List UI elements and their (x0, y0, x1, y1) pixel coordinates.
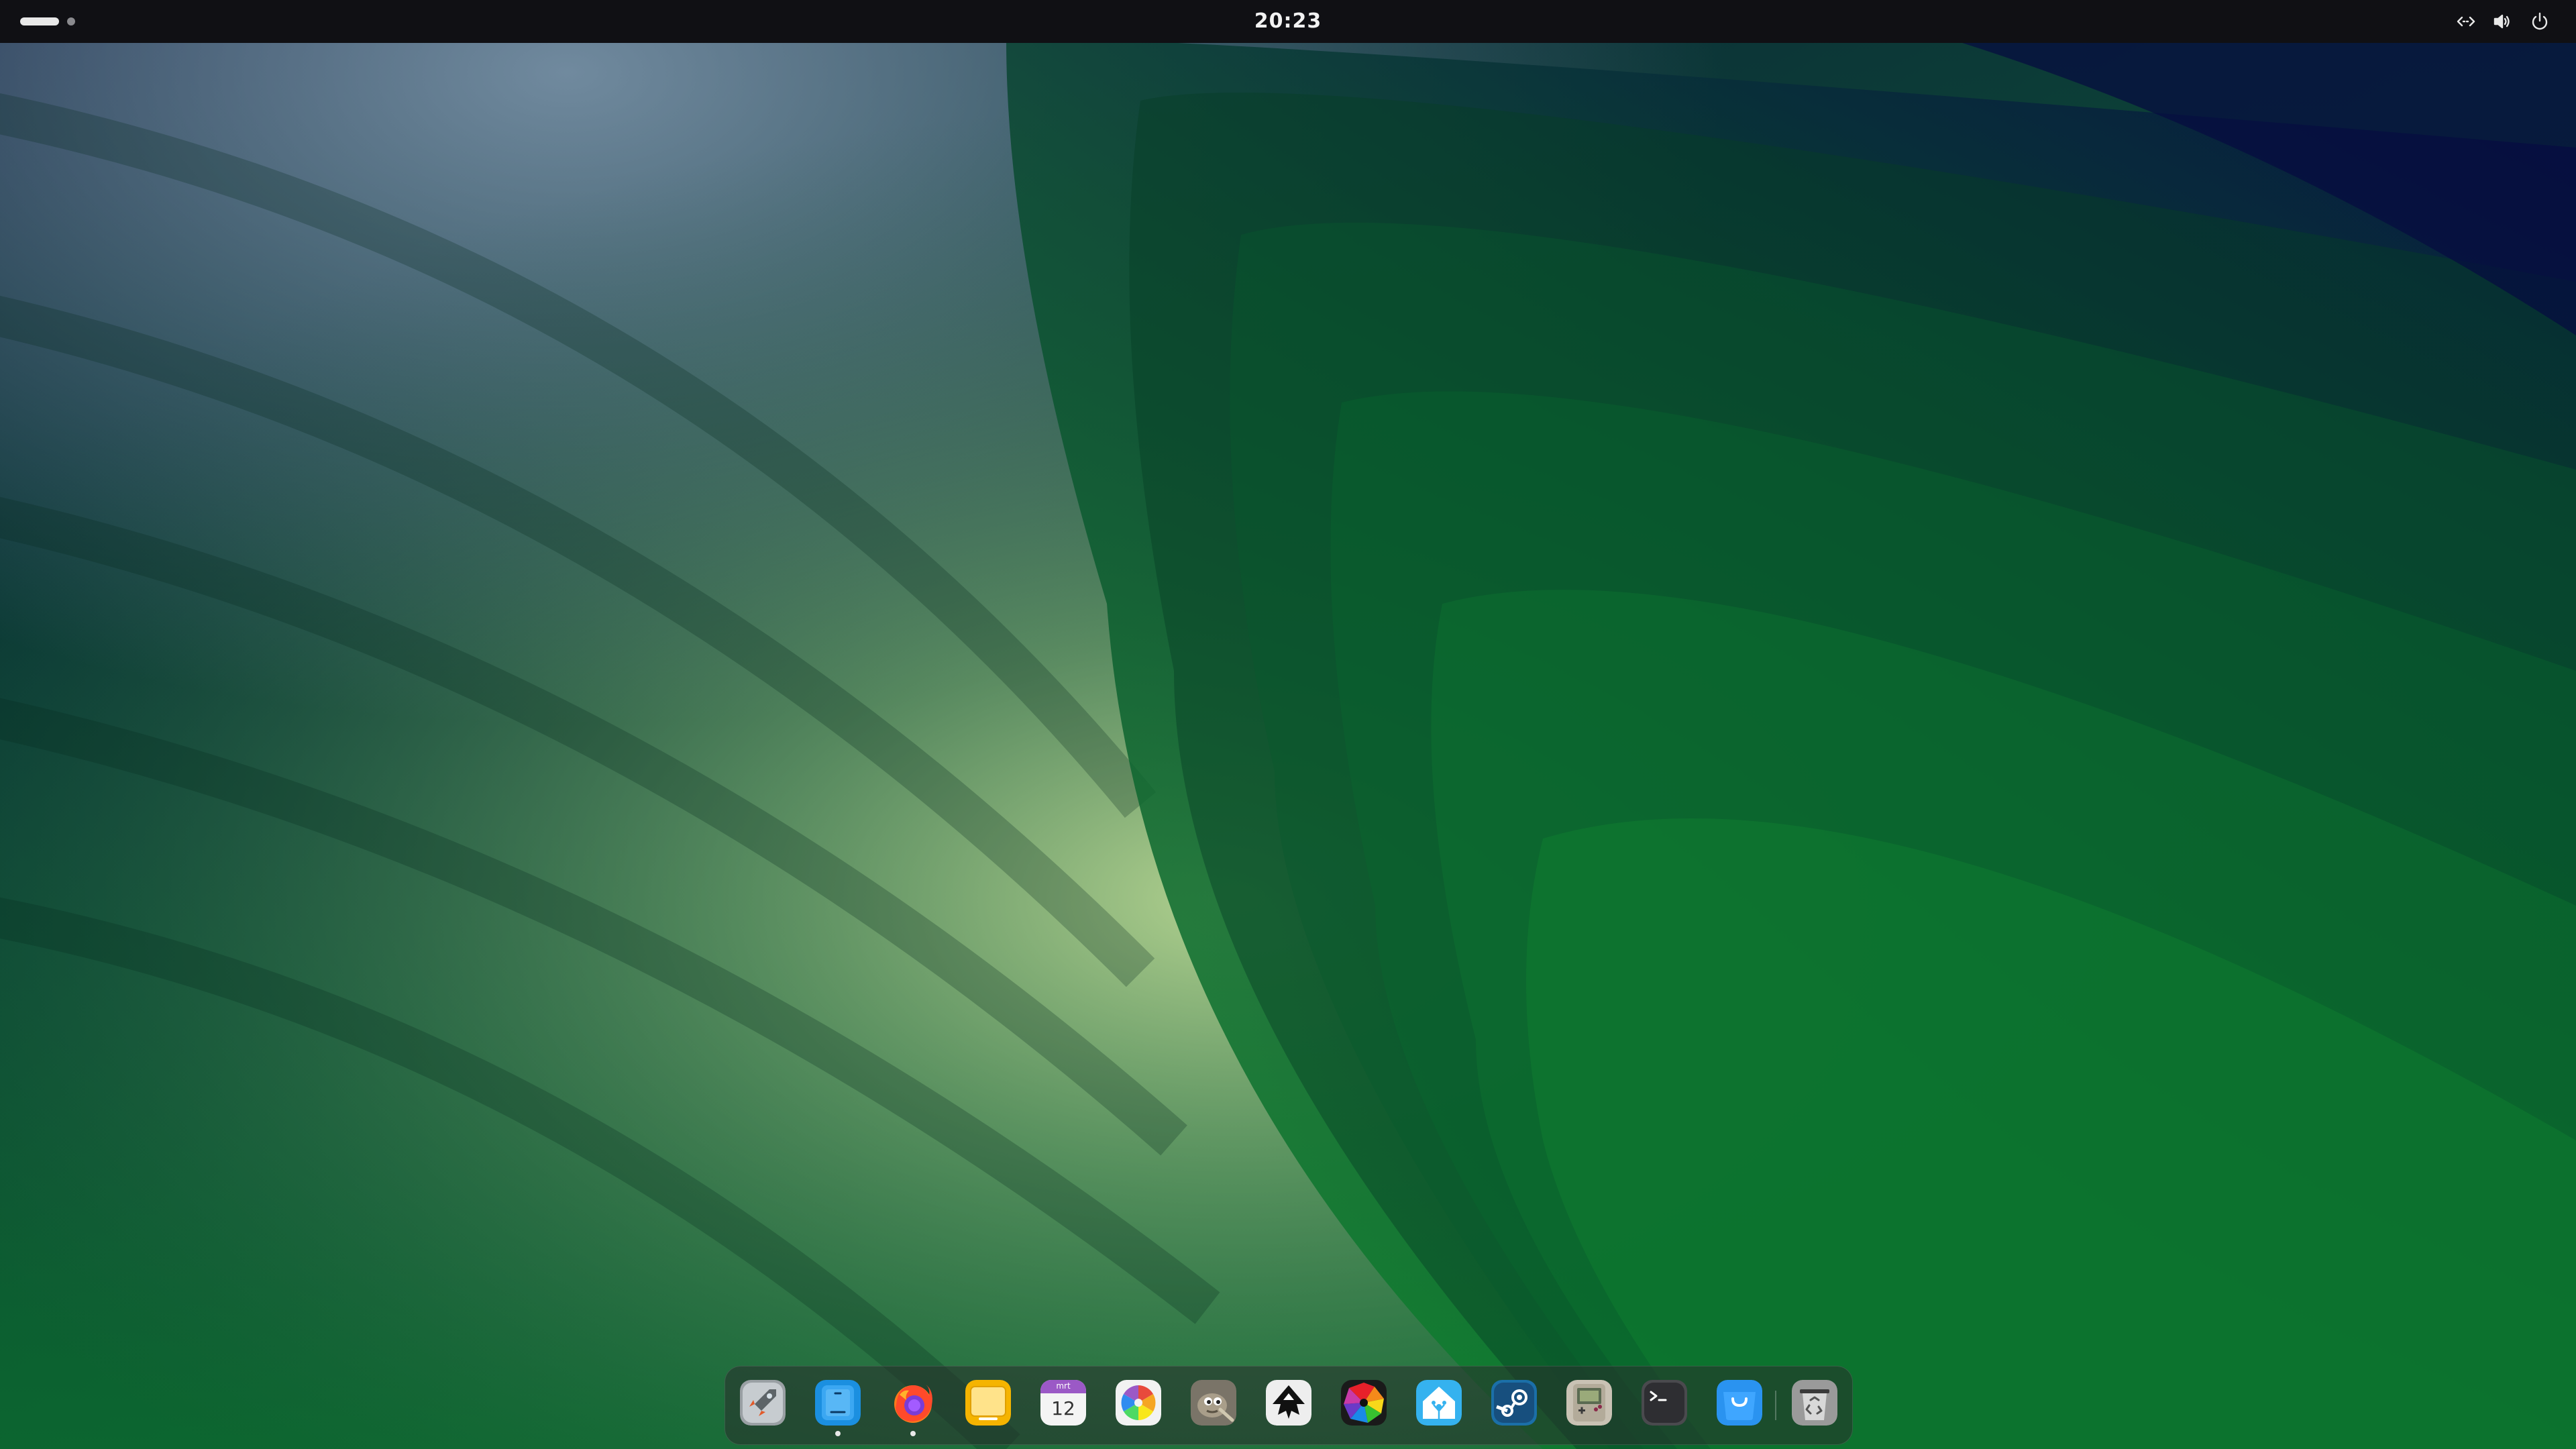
notes-icon[interactable] (965, 1380, 1011, 1426)
calendar-day: 12 (1051, 1397, 1075, 1419)
gameboy-emulator-icon[interactable] (1566, 1380, 1612, 1426)
network-icon[interactable] (2455, 11, 2477, 32)
dock: mrt 12 (724, 1366, 1853, 1445)
trash-icon[interactable] (1792, 1380, 1837, 1426)
volume-icon[interactable] (2491, 11, 2513, 32)
firefox-icon[interactable] (890, 1380, 936, 1426)
gimp-icon[interactable] (1191, 1380, 1236, 1426)
dock-separator (1775, 1391, 1776, 1420)
running-indicator (835, 1431, 841, 1436)
files-icon[interactable] (815, 1380, 861, 1426)
clock-area: 20:23 (0, 9, 2576, 33)
power-icon[interactable] (2529, 11, 2551, 32)
top-bar: 20:23 (0, 0, 2576, 43)
steam-icon[interactable] (1491, 1380, 1537, 1426)
software-store-icon[interactable] (1717, 1380, 1762, 1426)
calendar-icon[interactable]: mrt 12 (1040, 1380, 1086, 1426)
terminal-icon[interactable] (1642, 1380, 1687, 1426)
desktop-wallpaper (0, 0, 2576, 1449)
home-assistant-icon[interactable] (1416, 1380, 1462, 1426)
photos-icon[interactable] (1116, 1380, 1161, 1426)
workspace-indicator[interactable] (67, 17, 75, 25)
inkscape-icon[interactable] (1266, 1380, 1311, 1426)
darktable-icon[interactable] (1341, 1380, 1387, 1426)
workspace-indicator-active[interactable] (20, 17, 59, 25)
launchpad-icon[interactable] (740, 1380, 786, 1426)
running-indicator (910, 1431, 916, 1436)
calendar-month: mrt (1056, 1381, 1071, 1391)
clock[interactable]: 20:23 (1254, 9, 1322, 33)
